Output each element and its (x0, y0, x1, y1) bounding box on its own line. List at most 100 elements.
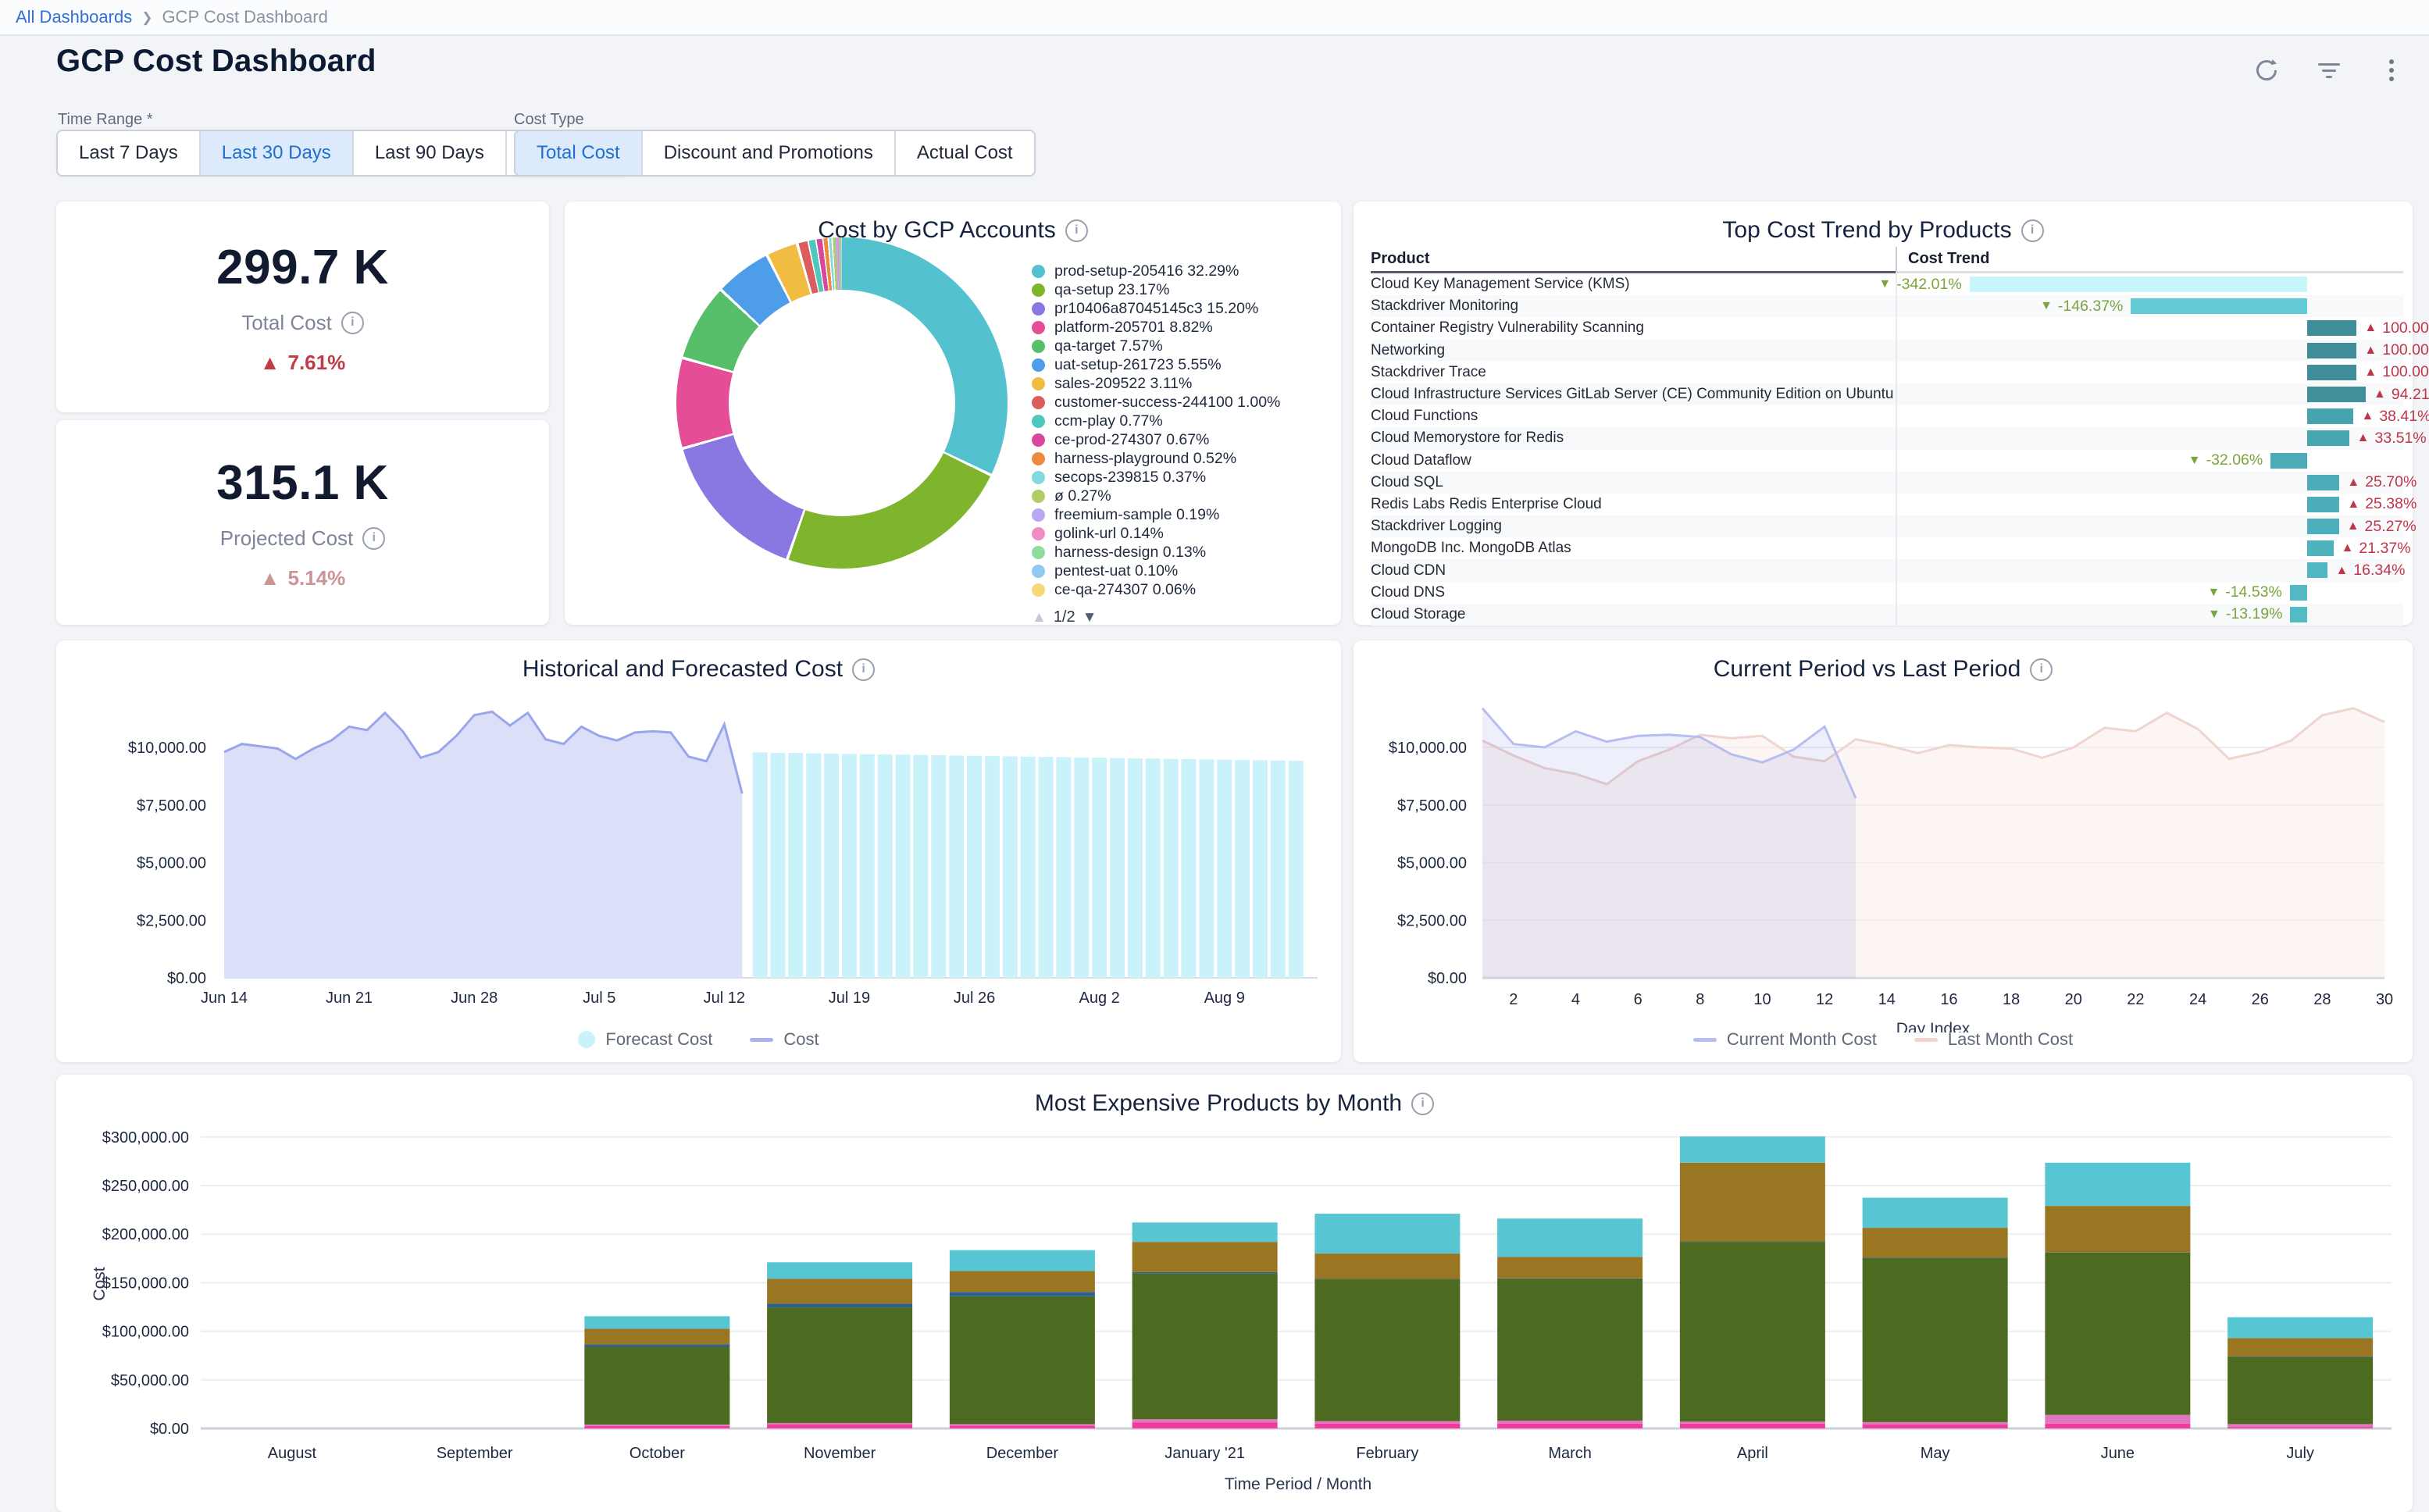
legend-cost[interactable]: Cost (750, 1029, 819, 1050)
svg-text:Jun 28: Jun 28 (451, 990, 498, 1007)
legend-forecast-cost[interactable]: Forecast Cost (578, 1029, 712, 1050)
svg-text:October: October (630, 1445, 685, 1462)
total-cost-card: 299.7 K Total Costi ▲7.61% (56, 201, 549, 412)
svg-text:18: 18 (2003, 991, 2020, 1008)
breadcrumb-all-dashboards-link[interactable]: All Dashboards (16, 7, 132, 27)
info-icon[interactable]: i (1065, 219, 1088, 242)
stacked-bar-segment-brown-product (1314, 1253, 1460, 1278)
table-row[interactable]: Cloud CDN▲16.34% (1371, 559, 2403, 581)
info-icon[interactable]: i (1411, 1093, 1434, 1115)
table-row[interactable]: Container Registry Vulnerability Scannin… (1371, 317, 2403, 339)
legend-item-label: ccm-play 0.77% (1054, 412, 1163, 430)
table-row[interactable]: Redis Labs Redis Enterprise Cloud▲25.38% (1371, 494, 2403, 515)
cost-trend-cell: ▲25.27% (1896, 515, 2403, 537)
cost-trend-cell: ▲25.38% (1896, 494, 2403, 515)
legend-item-harness-playground[interactable]: harness-playground 0.52% (1032, 450, 1325, 468)
legend-item-ce-prod-274307[interactable]: ce-prod-274307 0.67% (1032, 431, 1325, 449)
legend-item-freemium-sample[interactable]: freemium-sample 0.19% (1032, 506, 1325, 524)
stacked-bar-segment-cyan-product (1497, 1218, 1643, 1257)
legend-item-customer-success-244100[interactable]: customer-success-244100 1.00% (1032, 394, 1325, 412)
filter-option-last-90-days[interactable]: Last 90 Days (354, 131, 507, 175)
svg-text:$200,000.00: $200,000.00 (102, 1226, 189, 1243)
legend-item-golink-url[interactable]: golink-url 0.14% (1032, 525, 1325, 543)
current-month-swatch-icon (1693, 1038, 1717, 1042)
table-row[interactable]: Stackdriver Logging▲25.27% (1371, 515, 2403, 537)
table-row[interactable]: MongoDB Inc. MongoDB Atlas▲21.37% (1371, 537, 2403, 559)
svg-text:Time Period / Month: Time Period / Month (1225, 1475, 1371, 1493)
product-column-header[interactable]: Product (1371, 247, 1896, 273)
filter-option-total-cost[interactable]: Total Cost (515, 131, 643, 175)
filter-option-last-7-days[interactable]: Last 7 Days (58, 131, 201, 175)
gcp-accounts-donut-chart[interactable] (676, 237, 1008, 569)
svg-text:Jul 19: Jul 19 (829, 990, 870, 1007)
legend-item-label: pr10406a87045145c3 15.20% (1054, 300, 1258, 318)
legend-current-month[interactable]: Current Month Cost (1693, 1029, 1877, 1050)
filter-option-discount-and-promotions[interactable]: Discount and Promotions (643, 131, 896, 175)
info-icon[interactable]: i (2021, 219, 2044, 242)
page-up-icon[interactable]: ▲ (1032, 609, 1047, 626)
forecast-bar (878, 754, 893, 978)
stacked-bar-segment-cyan-product (1680, 1136, 1825, 1163)
table-row[interactable]: Cloud Infrastructure Services GitLab Ser… (1371, 383, 2403, 405)
svg-text:$5,000.00: $5,000.00 (1397, 855, 1467, 872)
table-row[interactable]: Cloud DNS▼-14.53% (1371, 582, 2403, 604)
card-title: Top Cost Trend by Productsi (1354, 217, 2413, 244)
table-row[interactable]: Stackdriver Trace▲100.00% (1371, 362, 2403, 383)
info-icon[interactable]: i (362, 527, 385, 550)
stacked-bar-segment-cyan-product (767, 1262, 912, 1278)
legend-item-harness-design[interactable]: harness-design 0.13% (1032, 544, 1325, 562)
filter-option-last-30-days[interactable]: Last 30 Days (201, 131, 354, 175)
legend-item-secops-239815[interactable]: secops-239815 0.37% (1032, 469, 1325, 487)
table-row[interactable]: Cloud Dataflow▼-32.06% (1371, 450, 2403, 472)
legend-item-qa-target[interactable]: qa-target 7.57% (1032, 337, 1325, 355)
trend-bar (2307, 540, 2334, 556)
cost-trend-cell: ▲25.70% (1896, 472, 2403, 494)
page-title: GCP Cost Dashboard (56, 44, 376, 79)
legend-item-prod-setup-205416[interactable]: prod-setup-205416 32.29% (1032, 262, 1325, 280)
table-row[interactable]: Networking▲100.00% (1371, 340, 2403, 362)
monthly-products-card: Most Expensive Products by Monthi $0.00$… (56, 1075, 2413, 1512)
stacked-bar-segment-light-pink-product (1497, 1421, 1643, 1424)
trend-value: ▼-14.53% (2207, 582, 2281, 604)
legend-item-qa-setup[interactable]: qa-setup 23.17% (1032, 281, 1325, 299)
stacked-bar-segment-magenta-product (1680, 1424, 1825, 1428)
trend-value: ▲21.37% (2342, 537, 2411, 559)
legend-item-label: harness-design 0.13% (1054, 544, 1206, 562)
page-down-icon[interactable]: ▼ (1083, 609, 1097, 626)
table-row[interactable]: Cloud Storage▼-13.19% (1371, 604, 2403, 626)
breadcrumb: All Dashboards ❯ GCP Cost Dashboard (16, 0, 328, 34)
svg-text:September: September (437, 1445, 513, 1462)
table-row[interactable]: Cloud Functions▲38.41% (1371, 405, 2403, 427)
legend-item-label: ø 0.27% (1054, 487, 1111, 505)
cost-trend-column-header[interactable]: Cost Trend (1896, 247, 2403, 273)
legend-item-platform-205701[interactable]: platform-205701 8.82% (1032, 319, 1325, 337)
info-icon[interactable]: i (341, 312, 364, 334)
svg-text:$2,500.00: $2,500.00 (137, 912, 206, 929)
table-row[interactable]: Stackdriver Monitoring▼-146.37% (1371, 295, 2403, 317)
legend-item-sales-209522[interactable]: sales-209522 3.11% (1032, 375, 1325, 393)
legend-item-ccm-play[interactable]: ccm-play 0.77% (1032, 412, 1325, 430)
svg-text:Cost: Cost (91, 1267, 109, 1300)
table-row[interactable]: Cloud Memorystore for Redis▲33.51% (1371, 427, 2403, 449)
legend-item-[interactable]: ø 0.27% (1032, 487, 1325, 505)
more-options-button[interactable] (2377, 56, 2406, 84)
cost-trend-cell: ▲100.00% (1896, 317, 2403, 339)
legend-item-pentest-uat[interactable]: pentest-uat 0.10% (1032, 562, 1325, 580)
legend-item-label: sales-209522 3.11% (1054, 375, 1192, 393)
table-row[interactable]: Cloud SQL▲25.70% (1371, 472, 2403, 494)
refresh-button[interactable] (2252, 56, 2281, 84)
trend-value: ▲100.00% (2364, 317, 2429, 339)
trend-bar (2131, 298, 2307, 314)
info-icon[interactable]: i (852, 658, 875, 681)
legend-last-month[interactable]: Last Month Cost (1914, 1029, 2073, 1050)
filter-option-actual-cost[interactable]: Actual Cost (896, 131, 1034, 175)
info-icon[interactable]: i (2030, 658, 2053, 681)
legend-item-uat-setup-261723[interactable]: uat-setup-261723 5.55% (1032, 356, 1325, 374)
legend-item-pr10406a87045145c3[interactable]: pr10406a87045145c3 15.20% (1032, 300, 1325, 318)
svg-text:January '21: January '21 (1165, 1445, 1245, 1462)
last-month-swatch-icon (1914, 1038, 1938, 1042)
table-body: Cloud Key Management Service (KMS)▼-342.… (1371, 273, 2403, 626)
filter-button[interactable] (2315, 56, 2343, 84)
legend-item-ce-qa-274307[interactable]: ce-qa-274307 0.06% (1032, 581, 1325, 599)
table-row[interactable]: Cloud Key Management Service (KMS)▼-342.… (1371, 273, 2403, 295)
